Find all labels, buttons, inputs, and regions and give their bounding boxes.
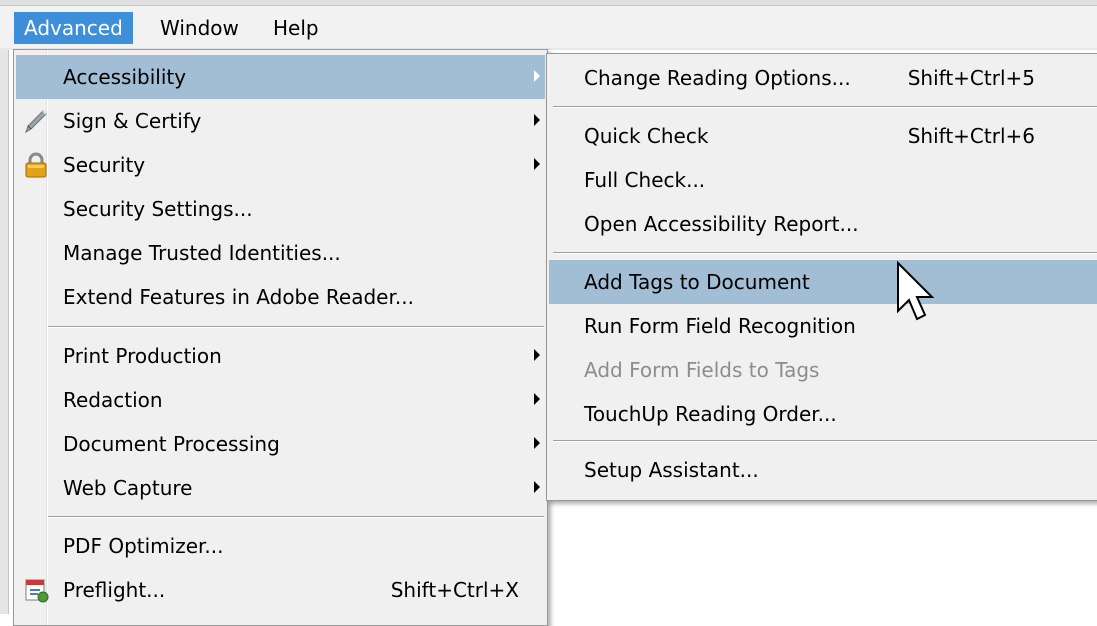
menu-item-label: Extend Features in Adobe Reader...: [63, 285, 414, 309]
menu-item-add-tags-to-document[interactable]: Add Tags to Document: [549, 260, 1097, 304]
menu-item-extend-features[interactable]: Extend Features in Adobe Reader...: [16, 275, 545, 319]
menu-item-label: Quick Check: [584, 124, 709, 148]
menu-separator: [553, 106, 1097, 108]
menu-item-open-accessibility-report[interactable]: Open Accessibility Report...: [549, 202, 1097, 246]
menu-item-label: Setup Assistant...: [584, 458, 759, 482]
menu-item-redaction[interactable]: Redaction: [16, 378, 545, 422]
menu-item-full-check[interactable]: Full Check...: [549, 158, 1097, 202]
submenu-arrow-icon: [534, 437, 540, 449]
menu-item-label: Web Capture: [63, 476, 193, 500]
menu-item-label: Accessibility: [63, 65, 187, 89]
preflight-icon: [25, 579, 49, 603]
menu-separator: [48, 326, 544, 328]
menu-separator: [553, 440, 1097, 442]
menu-item-quick-check[interactable]: Quick Check Shift+Ctrl+6: [549, 114, 1097, 158]
menu-separator: [48, 516, 544, 518]
menu-separator: [553, 252, 1097, 254]
submenu-arrow-icon: [534, 158, 540, 170]
menu-item-label: PDF Optimizer...: [63, 534, 224, 558]
menu-item-pdf-optimizer[interactable]: PDF Optimizer...: [16, 524, 545, 568]
menu-item-document-processing[interactable]: Document Processing: [16, 422, 545, 466]
menu-item-sign-certify[interactable]: Sign & Certify: [16, 99, 545, 143]
menu-item-setup-assistant[interactable]: Setup Assistant...: [549, 448, 1097, 492]
menu-item-label: Change Reading Options...: [584, 66, 851, 90]
menu-item-accessibility[interactable]: Accessibility: [16, 55, 545, 99]
menu-item-label: Run Form Field Recognition: [584, 314, 856, 338]
accessibility-submenu: Change Reading Options... Shift+Ctrl+5 Q…: [546, 53, 1097, 501]
menu-item-add-form-fields-to-tags: Add Form Fields to Tags: [549, 348, 1097, 392]
menu-item-label: Print Production: [63, 344, 222, 368]
menu-item-label: Add Tags to Document: [584, 270, 810, 294]
submenu-arrow-icon: [534, 70, 540, 82]
menubar-help[interactable]: Help: [263, 12, 329, 44]
submenu-arrow-icon: [534, 114, 540, 126]
window-left-edge: [0, 50, 9, 614]
menu-item-preflight[interactable]: Preflight... Shift+Ctrl+X: [16, 568, 545, 612]
menubar-window[interactable]: Window: [150, 12, 249, 44]
menu-item-label: Redaction: [63, 388, 163, 412]
menu-item-label: Document Processing: [63, 432, 280, 456]
menu-item-security-settings[interactable]: Security Settings...: [16, 187, 545, 231]
submenu-arrow-icon: [534, 481, 540, 493]
advanced-menu: Accessibility Sign & Certify Security Se…: [13, 49, 548, 626]
submenu-arrow-icon: [534, 349, 540, 361]
menu-item-print-production[interactable]: Print Production: [16, 334, 545, 378]
menu-item-label: TouchUp Reading Order...: [584, 402, 837, 426]
menu-bar: Advanced Window Help: [0, 0, 1097, 50]
arrow-cursor-icon: [897, 261, 935, 321]
menu-item-run-form-field-recognition[interactable]: Run Form Field Recognition: [549, 304, 1097, 348]
menu-item-label: Security: [63, 153, 146, 177]
menu-item-manage-trusted-identities[interactable]: Manage Trusted Identities...: [16, 231, 545, 275]
menu-item-label: Add Form Fields to Tags: [584, 358, 820, 382]
menu-item-shortcut: Shift+Ctrl+6: [907, 124, 1035, 148]
menu-item-shortcut: Shift+Ctrl+X: [390, 578, 519, 602]
menu-item-label: Manage Trusted Identities...: [63, 241, 341, 265]
menu-item-web-capture[interactable]: Web Capture: [16, 466, 545, 510]
lock-icon: [25, 152, 47, 178]
menu-item-security[interactable]: Security: [16, 143, 545, 187]
menu-item-label: Preflight...: [63, 578, 166, 602]
menu-item-touchup-reading-order[interactable]: TouchUp Reading Order...: [549, 392, 1097, 436]
submenu-arrow-icon: [534, 393, 540, 405]
menu-item-shortcut: Shift+Ctrl+5: [907, 66, 1035, 90]
menu-item-label: Sign & Certify: [63, 109, 202, 133]
menu-item-label: Open Accessibility Report...: [584, 212, 859, 236]
pen-icon: [25, 110, 47, 134]
menu-item-change-reading-options[interactable]: Change Reading Options... Shift+Ctrl+5: [549, 56, 1097, 100]
menubar-advanced[interactable]: Advanced: [14, 12, 133, 44]
window-top-edge: [0, 0, 1097, 6]
menu-item-label: Full Check...: [584, 168, 706, 192]
menu-item-label: Security Settings...: [63, 197, 253, 221]
